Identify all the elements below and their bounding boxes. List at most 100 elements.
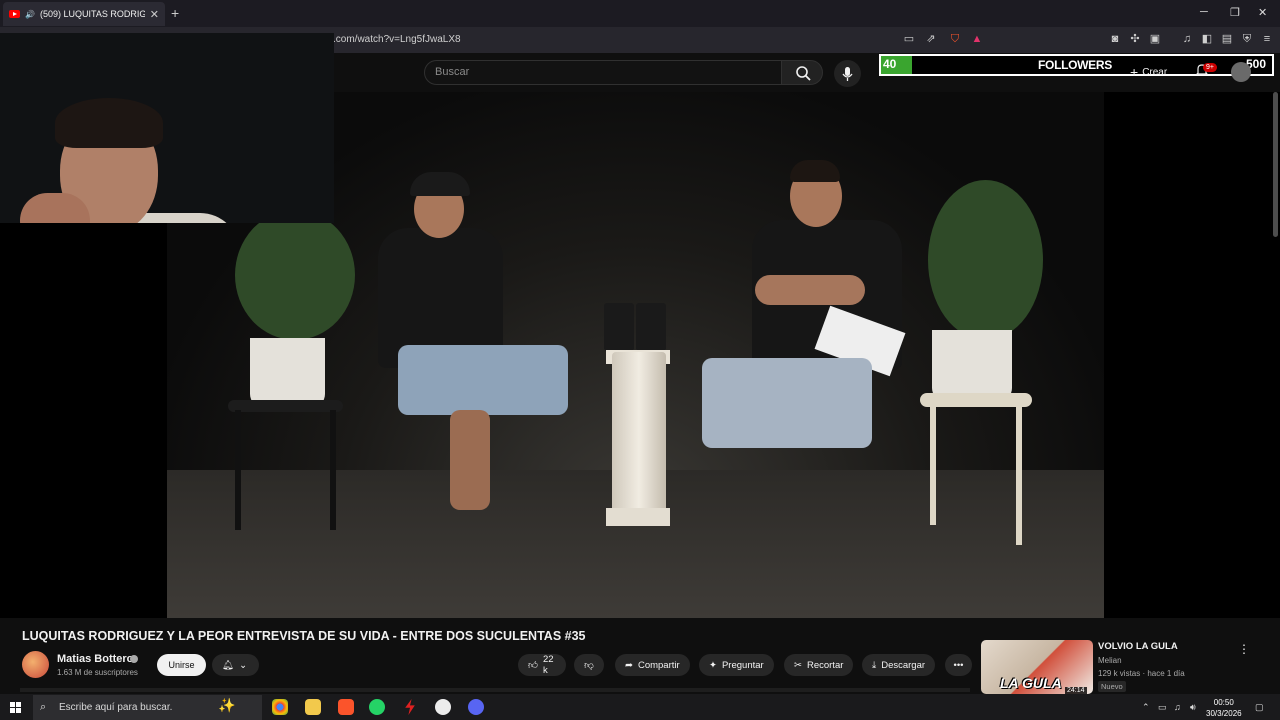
thumbnail-text: LA GULA <box>1000 675 1062 691</box>
wallet-icon[interactable]: ▤ <box>1220 33 1234 46</box>
search-icon <box>796 66 811 81</box>
minimize-icon[interactable]: ─ <box>1200 6 1208 18</box>
more-actions-button[interactable]: ••• <box>945 654 972 676</box>
download-icon: ⤓ <box>872 659 877 671</box>
share-label: Compartir <box>637 659 680 671</box>
sparkle-icon: ✦ <box>709 659 717 671</box>
right-person-hair <box>790 160 840 182</box>
new-badge: Nuevo <box>1098 681 1126 692</box>
notification-center-icon[interactable]: ▢ <box>1255 702 1264 713</box>
media-icon[interactable]: ♫ <box>1180 33 1194 46</box>
taskbar-clock[interactable]: 00:50 30/3/2026 <box>1206 697 1242 719</box>
cast-icon[interactable]: ▭ <box>902 33 916 46</box>
microphone-icon <box>842 67 853 81</box>
windows-start-icon[interactable] <box>10 702 22 714</box>
puzzle-icon[interactable]: ✣ <box>1128 33 1142 46</box>
file-explorer-icon[interactable] <box>305 699 321 715</box>
share-page-icon[interactable]: ⇗ <box>924 33 938 46</box>
obs-icon[interactable] <box>435 699 451 715</box>
copilot-sparkle-icon[interactable]: ✨ <box>218 697 235 714</box>
cup <box>636 303 666 351</box>
extension-icon[interactable]: ◙ <box>1108 33 1122 46</box>
left-stool-leg <box>235 410 241 530</box>
video-title: LUQUITAS RODRIGUEZ Y LA PEOR ENTREVISTA … <box>22 629 586 643</box>
brave-rewards-icon[interactable]: ▲ <box>970 33 984 46</box>
left-person-leg <box>450 410 490 510</box>
discord-icon[interactable] <box>468 699 484 715</box>
volume-icon[interactable]: 🔊︎ <box>1190 702 1196 713</box>
video-duration: 24:14 <box>1065 687 1087 694</box>
search-input[interactable]: Buscar <box>424 60 782 85</box>
more-vert-icon[interactable]: ⋮ <box>1238 642 1250 656</box>
bell-icon: 🔔︎ <box>222 659 235 671</box>
plus-icon: + <box>1130 64 1139 80</box>
verified-icon <box>130 655 138 663</box>
clock-time: 00:50 <box>1213 698 1234 707</box>
left-person-jeans <box>398 345 568 415</box>
pillar <box>612 352 666 522</box>
join-button[interactable]: Unirse <box>157 654 206 676</box>
share-icon: ➦ <box>625 659 633 671</box>
screenshot-icon[interactable]: ▣ <box>1148 33 1162 46</box>
crossed-arms <box>755 275 865 305</box>
window-close-icon[interactable]: ✕ <box>1258 6 1267 19</box>
voice-search-button[interactable] <box>834 60 861 87</box>
right-pot <box>932 330 1012 402</box>
menu-icon[interactable]: ≡ <box>1260 33 1274 46</box>
more-icon: ••• <box>953 659 964 671</box>
left-plant <box>235 210 355 340</box>
like-button[interactable]: 👍︎ 22 k <box>518 654 566 676</box>
url-field[interactable]: .com/watch?v=Lng5fJwaLX8 <box>333 34 461 45</box>
ask-label: Preguntar <box>721 659 764 671</box>
network-icon[interactable]: ▭ <box>1158 702 1167 713</box>
brave-icon[interactable] <box>338 699 354 715</box>
browser-tab[interactable]: 🔊 (509) LUQUITAS RODRIGUEZ ✕ <box>3 2 165 26</box>
channel-name[interactable]: Matias Bottero <box>57 653 133 665</box>
right-stool-leg <box>930 405 936 525</box>
new-tab-icon[interactable]: + <box>171 5 179 21</box>
left-pot <box>250 338 325 408</box>
headset-icon[interactable]: ♫ <box>1174 702 1181 712</box>
cup <box>604 303 634 351</box>
search-button[interactable] <box>781 60 823 85</box>
dislike-button[interactable]: 👎︎ <box>574 654 604 676</box>
close-tab-icon[interactable]: ✕ <box>150 8 159 21</box>
clip-button[interactable]: ✂ Recortar <box>784 654 854 676</box>
recommended-title[interactable]: VOLVIO LA GULA <box>1098 641 1178 652</box>
ask-button[interactable]: ✦ Preguntar <box>699 654 774 676</box>
recommended-channel[interactable]: Melian <box>1098 656 1122 665</box>
share-button[interactable]: ➦ Compartir <box>615 654 690 676</box>
page-scrollbar[interactable] <box>1273 92 1278 237</box>
user-avatar[interactable] <box>1231 62 1251 82</box>
notification-badge: 9+ <box>1203 63 1217 72</box>
subscriber-count: 1.63 M de suscriptores <box>57 668 138 677</box>
follower-current-count: 40 <box>883 57 897 71</box>
cap <box>410 172 470 196</box>
channel-avatar[interactable] <box>22 651 49 678</box>
browser-tab-bar <box>0 0 1280 27</box>
brave-shield-icon[interactable]: ⛉ <box>948 33 962 46</box>
chrome-icon[interactable] <box>272 699 288 715</box>
subscription-bell-button[interactable]: 🔔︎ ⌄ <box>212 654 259 676</box>
whatsapp-icon[interactable] <box>369 699 385 715</box>
tray-chevron-icon[interactable]: ⌃ <box>1142 702 1150 713</box>
sidebar-icon[interactable]: ◧ <box>1200 33 1214 46</box>
speaker-icon: 🔊 <box>25 9 35 19</box>
taskbar-search-icon: ⌕ <box>40 701 47 713</box>
chevron-down-icon: ⌄ <box>239 659 248 671</box>
create-label: Crear <box>1142 66 1168 78</box>
clip-label: Recortar <box>806 659 844 671</box>
thumbs-down-icon: 👎︎ <box>584 660 594 671</box>
download-button[interactable]: ⤓ Descargar <box>862 654 936 676</box>
left-stool-leg <box>330 410 336 530</box>
vpn-icon[interactable]: ⛨ <box>1240 33 1254 46</box>
right-person-jeans <box>702 358 872 448</box>
like-count: 22 k <box>542 654 554 676</box>
tab-title: (509) LUQUITAS RODRIGUEZ <box>39 9 145 19</box>
right-stool-leg <box>1016 405 1022 545</box>
recommended-meta: 129 k vistas · hace 1 día <box>1098 669 1185 678</box>
maximize-icon[interactable]: ❐ <box>1230 6 1240 19</box>
create-button[interactable]: + Crear <box>1130 64 1167 80</box>
left-stool-top <box>228 400 343 412</box>
download-label: Descargar <box>881 659 926 671</box>
